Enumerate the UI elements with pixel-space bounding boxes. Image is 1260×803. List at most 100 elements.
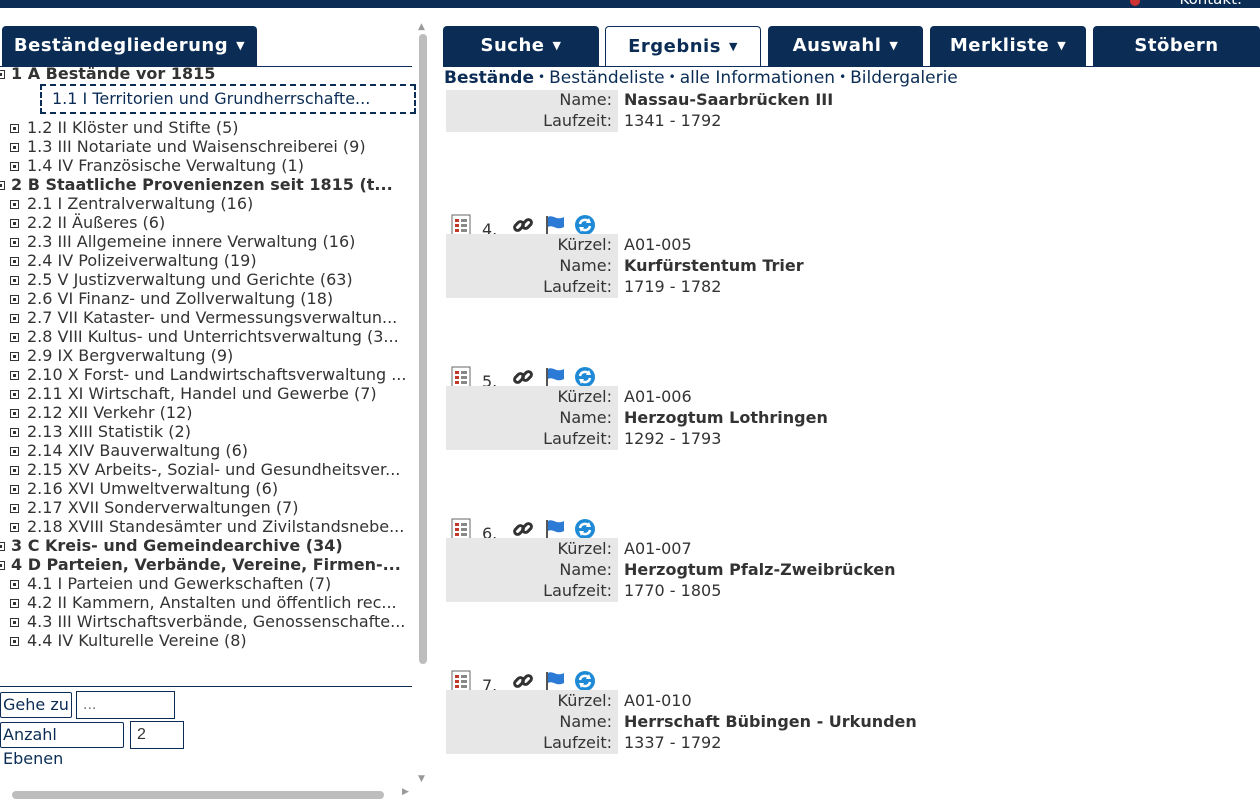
tree-item[interactable]: 2.12 XII Verkehr (12) [0,403,416,422]
tree-item[interactable]: 2.6 VI Finanz- und Zollverwaltung (18) [0,289,416,308]
tab-stoebern[interactable]: Stöbern [1093,26,1260,66]
tree-item[interactable]: 2.14 XIV Bauverwaltung (6) [0,441,416,460]
result-name-value[interactable]: Nassau-Saarbrücken III [624,90,833,110]
tree-item[interactable]: 4.2 II Kammern, Anstalten und öffentlich… [0,593,416,612]
tree-item[interactable]: 2.15 XV Arbeits-, Sozial- und Gesundheit… [0,460,416,479]
expand-toggle-icon[interactable] [10,295,19,304]
link-icon[interactable] [512,670,534,692]
tree-item[interactable]: 2.7 VII Kataster- und Vermessungsverwalt… [0,308,416,327]
breadcrumb-link-bestaendeliste[interactable]: Beständeliste [549,68,665,88]
link-icon[interactable] [512,214,534,236]
expand-toggle-icon[interactable] [10,219,19,228]
refresh-icon[interactable] [574,366,596,388]
goto-input[interactable] [76,691,175,719]
result-name-value[interactable]: Kurfürstentum Trier [624,255,804,276]
tree-item[interactable]: 2.13 XIII Statistik (2) [0,422,416,441]
refresh-icon[interactable] [574,670,596,692]
flag-icon[interactable] [544,670,566,692]
expand-toggle-icon[interactable] [10,162,19,171]
left-horizontal-scroll-thumb[interactable] [12,791,384,799]
tab-merkliste[interactable]: Merkliste ▼ [930,26,1086,66]
expand-toggle-icon[interactable] [10,143,19,152]
expand-toggle-icon[interactable] [0,181,5,190]
bestaendegliederung-menu-button[interactable]: Beständegliederung ▼ [2,26,257,66]
tree-item[interactable]: 4.4 IV Kulturelle Vereine (8) [0,631,416,650]
expand-toggle-icon[interactable] [10,523,19,532]
tree-item[interactable]: 2.16 XVI Umweltverwaltung (6) [0,479,416,498]
tree-item[interactable]: 1 A Bestände vor 1815 [0,64,416,83]
tree-item[interactable]: 3 C Kreis- und Gemeindearchive (34) [0,536,416,555]
tree-item[interactable]: 2.10 X Forst- und Landwirtschaftsverwalt… [0,365,416,384]
tab-suche[interactable]: Suche ▼ [443,26,599,66]
tree-item[interactable]: 1.1 I Territorien und Grundherrschafte..… [40,84,416,114]
expand-toggle-icon[interactable] [10,466,19,475]
expand-toggle-icon[interactable] [10,428,19,437]
expand-toggle-icon[interactable] [10,599,19,608]
refresh-icon[interactable] [574,214,596,236]
levels-button[interactable]: Anzahl Ebenen [0,722,124,768]
refresh-icon[interactable] [574,518,596,540]
tree-item[interactable]: 2.9 IX Bergverwaltung (9) [0,346,416,365]
link-icon[interactable] [512,366,534,388]
expand-toggle-icon[interactable] [0,542,5,551]
expand-toggle-icon[interactable] [10,333,19,342]
result-name-value[interactable]: Herrschaft Bübingen - Urkunden [624,711,917,732]
tree-item[interactable]: 2.1 I Zentralverwaltung (16) [0,194,416,213]
expand-toggle-icon[interactable] [10,371,19,380]
document-list-icon[interactable] [450,366,472,388]
tree-item[interactable]: 2.8 VIII Kultus- und Unterrichtsverwaltu… [0,327,416,346]
levels-input[interactable] [130,721,184,749]
tree-item[interactable]: 1.4 IV Französische Verwaltung (1) [0,156,416,175]
breadcrumb-link-bildergalerie[interactable]: Bildergalerie [850,68,958,88]
scroll-right-arrow-icon[interactable]: ▶ [402,787,409,797]
expand-toggle-icon[interactable] [10,352,19,361]
tree-item[interactable]: 1.3 III Notariate und Waisenschreiberei … [0,137,416,156]
document-list-icon[interactable] [450,670,472,692]
tree-item[interactable]: 2.17 XVII Sonderverwaltungen (7) [0,498,416,517]
tab-auswahl[interactable]: Auswahl ▼ [768,26,923,66]
scroll-down-arrow-icon[interactable]: ▼ [418,774,425,784]
expand-toggle-icon[interactable] [10,238,19,247]
expand-toggle-icon[interactable] [10,618,19,627]
tree-item[interactable]: 2.4 IV Polizeiverwaltung (19) [0,251,416,270]
expand-toggle-icon[interactable] [10,314,19,323]
left-vertical-scroll-thumb[interactable] [419,34,427,664]
tree-item[interactable]: 4 D Parteien, Verbände, Vereine, Firmen-… [0,555,416,574]
tree-item[interactable]: 1.2 II Klöster und Stifte (5) [0,118,416,137]
tree-item[interactable]: 2.18 XVIII Standesämter und Zivilstandsn… [0,517,416,536]
flag-icon[interactable] [544,518,566,540]
document-list-icon[interactable] [450,214,472,236]
tree-item[interactable]: 4.1 I Parteien und Gewerkschaften (7) [0,574,416,593]
result-name-value[interactable]: Herzogtum Pfalz-Zweibrücken [624,559,895,580]
expand-toggle-icon[interactable] [10,390,19,399]
tree-item[interactable]: 2.5 V Justizverwaltung und Gerichte (63) [0,270,416,289]
expand-toggle-icon[interactable] [10,200,19,209]
tree-item[interactable]: 2 B Staatliche Provenienzen seit 1815 (t… [0,175,416,194]
breadcrumb-link-alle-informationen[interactable]: alle Informationen [680,68,835,88]
expand-toggle-icon[interactable] [10,124,19,133]
document-list-icon[interactable] [450,518,472,540]
link-icon[interactable] [512,518,534,540]
flag-icon[interactable] [544,214,566,236]
expand-toggle-icon[interactable] [10,637,19,646]
flag-icon[interactable] [544,366,566,388]
expand-toggle-icon[interactable] [0,70,5,79]
tree-item[interactable]: 4.3 III Wirtschaftsverbände, Genossensch… [0,612,416,631]
tree-item[interactable]: 2.3 III Allgemeine innere Verwaltung (16… [0,232,416,251]
expand-toggle-icon[interactable] [10,504,19,513]
tree-item[interactable]: 2.11 XI Wirtschaft, Handel und Gewerbe (… [0,384,416,403]
goto-button[interactable]: Gehe zu [0,692,72,718]
tree-item[interactable]: 2.2 II Äußeres (6) [0,213,416,232]
left-horizontal-scrollbar[interactable]: ▶ [0,787,410,800]
expand-toggle-icon[interactable] [10,447,19,456]
expand-toggle-icon[interactable] [0,561,5,570]
expand-toggle-icon[interactable] [10,257,19,266]
scroll-up-arrow-icon[interactable]: ▲ [418,22,425,32]
tab-ergebnis[interactable]: Ergebnis ▼ [605,26,761,66]
left-vertical-scrollbar[interactable]: ▲ ▼ [417,22,429,786]
expand-toggle-icon[interactable] [10,276,19,285]
result-name-value[interactable]: Herzogtum Lothringen [624,407,828,428]
contact-label[interactable]: Kontakt: [1180,0,1242,8]
expand-toggle-icon[interactable] [10,409,19,418]
expand-toggle-icon[interactable] [10,485,19,494]
